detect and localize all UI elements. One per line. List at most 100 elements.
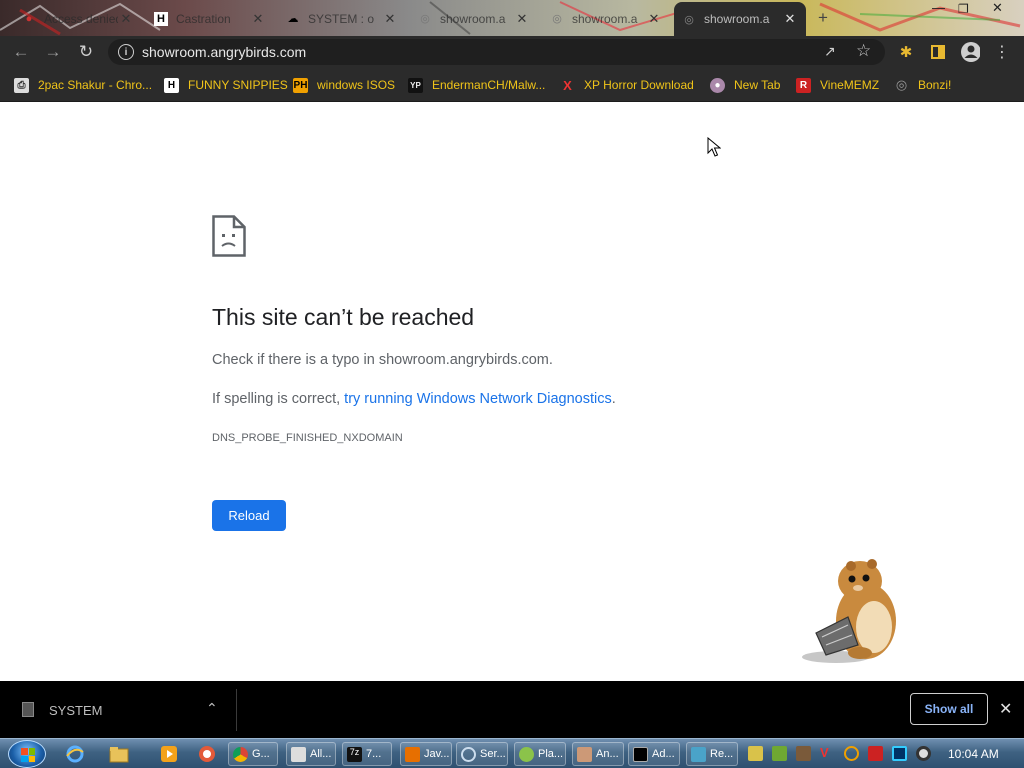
extensions-icon[interactable]: ✱ [896, 42, 916, 62]
bookmark-label: 2pac Shakur - Chro... [38, 78, 153, 92]
app-icon[interactable] [194, 742, 220, 766]
error-message-typo: Check if there is a typo in showroom.ang… [212, 352, 553, 368]
close-tab-icon[interactable]: ✕ [646, 11, 662, 27]
tab-title: showroom.a [572, 11, 638, 26]
tray-app-icon[interactable] [916, 746, 931, 761]
diagnostics-suffix: . [611, 391, 616, 407]
java-icon [405, 746, 420, 762]
bookmark-item[interactable]: PH windows ISOS [293, 76, 395, 94]
close-window-icon[interactable]: ✕ [992, 0, 1003, 16]
minimize-icon[interactable]: — [932, 0, 945, 15]
bookmark-label: VineMEMZ [820, 78, 880, 92]
close-tab-icon[interactable]: ✕ [118, 11, 134, 27]
tray-app-icon[interactable] [772, 746, 787, 761]
restore-icon[interactable]: ❐ [958, 2, 969, 16]
close-tab-icon[interactable]: ✕ [382, 11, 398, 27]
cloud-icon: ☁ [287, 13, 299, 25]
registry-icon [691, 746, 706, 762]
close-tab-icon[interactable]: ✕ [782, 11, 798, 27]
tab-1[interactable]: ● Access denied ✕ [14, 5, 142, 32]
tab-title: Castration [176, 11, 231, 26]
tab-3[interactable]: ☁ SYSTEM : o ✕ [278, 5, 406, 32]
address-bar[interactable]: i showroom.angrybirds.com ↗ ☆ [108, 39, 885, 65]
chevron-up-icon[interactable]: ⌃ [206, 700, 218, 717]
tab-title: Access denied [44, 11, 118, 26]
tab-4[interactable]: ◎ showroom.a ✕ [410, 5, 538, 32]
globe-icon: ● [710, 77, 725, 93]
tab-5[interactable]: ◎ showroom.a ✕ [542, 5, 670, 32]
diagnostics-prefix: If spelling is correct, [212, 391, 345, 407]
globe-icon: ◎ [895, 77, 908, 92]
bookmark-label: XP Horror Download [584, 78, 694, 92]
tab-6-active[interactable]: ◎ showroom.a ✕ [674, 2, 806, 36]
taskbar-item-label: Jav... [424, 748, 450, 760]
side-panel-icon[interactable] [928, 42, 948, 62]
error-code: DNS_PROBE_FINISHED_NXDOMAIN [212, 432, 403, 444]
taskbar-item[interactable]: Re... [686, 742, 738, 766]
error-message-diagnostics: If spelling is correct, try running Wind… [212, 391, 616, 407]
tray-v-icon[interactable]: V [820, 745, 835, 760]
tab-title: showroom.a [440, 11, 506, 26]
bookmark-label: EndermanCH/Malw... [432, 78, 546, 92]
share-icon[interactable]: ↗ [824, 43, 836, 60]
tray-search-icon[interactable] [844, 746, 859, 761]
taskbar-item[interactable]: G... [228, 742, 278, 766]
chrome-icon [233, 746, 248, 762]
url-text[interactable]: showroom.angrybirds.com [142, 44, 306, 60]
search-icon [461, 746, 476, 762]
bookmark-item[interactable]: ● New Tab [710, 76, 780, 94]
taskbar-item[interactable]: Ser... [456, 742, 508, 766]
tray-app-icon[interactable] [748, 746, 763, 761]
bookmark-item[interactable]: H FUNNY SNIPPIES [164, 76, 288, 94]
media-player-icon[interactable] [156, 742, 182, 766]
reload-button[interactable]: Reload [212, 500, 286, 531]
bookmark-item[interactable]: R VineMEMZ [796, 76, 879, 94]
taskbar-item[interactable]: Pla... [514, 742, 566, 766]
bookmark-star-icon[interactable]: ☆ [856, 41, 871, 61]
error-page: This site can’t be reached Check if ther… [0, 103, 1024, 681]
forward-icon[interactable]: → [41, 40, 65, 64]
window-icon [291, 746, 306, 762]
internet-explorer-icon[interactable] [62, 742, 88, 766]
globe-icon: ◎ [552, 13, 562, 25]
angry-bird-icon: ● [25, 12, 33, 25]
x-logo-icon: X [563, 77, 572, 93]
plants-icon [519, 746, 534, 762]
bookmark-item[interactable]: X XP Horror Download [560, 76, 694, 94]
site-info-icon[interactable]: i [118, 44, 134, 60]
taskbar-item[interactable]: Ad... [628, 742, 680, 766]
taskbar-item-label: Pla... [538, 748, 564, 760]
r-logo-icon: R [796, 77, 811, 93]
tray-app-icon[interactable] [796, 746, 811, 761]
start-button[interactable] [8, 740, 46, 768]
monitor-icon[interactable] [892, 746, 907, 761]
file-icon [22, 702, 34, 717]
tab-2[interactable]: H Castration ✕ [146, 5, 274, 32]
reload-icon[interactable]: ↻ [74, 40, 98, 64]
7zip-icon: 7z [347, 746, 362, 762]
bookmark-label: Bonzi! [918, 78, 952, 92]
windows-logo-icon [21, 748, 35, 762]
bookmark-item[interactable]: ◎ Bonzi! [894, 76, 952, 94]
profile-avatar-icon[interactable] [960, 42, 980, 62]
browser-toolbar: ← → ↻ i showroom.angrybirds.com ↗ ☆ ✱ ⋮ [0, 36, 1024, 68]
close-tab-icon[interactable]: ✕ [514, 11, 530, 27]
taskbar-item[interactable]: An... [572, 742, 624, 766]
system-clock[interactable]: 10:04 AM [948, 747, 999, 761]
close-tab-icon[interactable]: ✕ [250, 11, 266, 27]
taskbar-item[interactable]: All... [286, 742, 336, 766]
file-explorer-icon[interactable] [106, 742, 132, 766]
network-diagnostics-link[interactable]: try running Windows Network Diagnostics [344, 391, 612, 407]
show-all-button[interactable]: Show all [910, 693, 988, 725]
back-icon[interactable]: ← [9, 40, 33, 64]
close-download-shelf-icon[interactable]: ✕ [999, 699, 1012, 719]
bookmark-item[interactable]: ⎙ 2pac Shakur - Chro... [14, 76, 152, 94]
taskbar-item[interactable]: Jav... [400, 742, 452, 766]
flag-icon[interactable] [868, 746, 883, 761]
menu-kebab-icon[interactable]: ⋮ [992, 42, 1012, 62]
taskbar-item[interactable]: 7z 7... [342, 742, 392, 766]
bookmarks-bar: ⎙ 2pac Shakur - Chro... H FUNNY SNIPPIES… [0, 68, 1024, 102]
new-tab-button[interactable]: + [818, 8, 828, 28]
sad-page-icon [212, 215, 246, 257]
bookmark-item[interactable]: YP EndermanCH/Malw... [408, 76, 545, 94]
